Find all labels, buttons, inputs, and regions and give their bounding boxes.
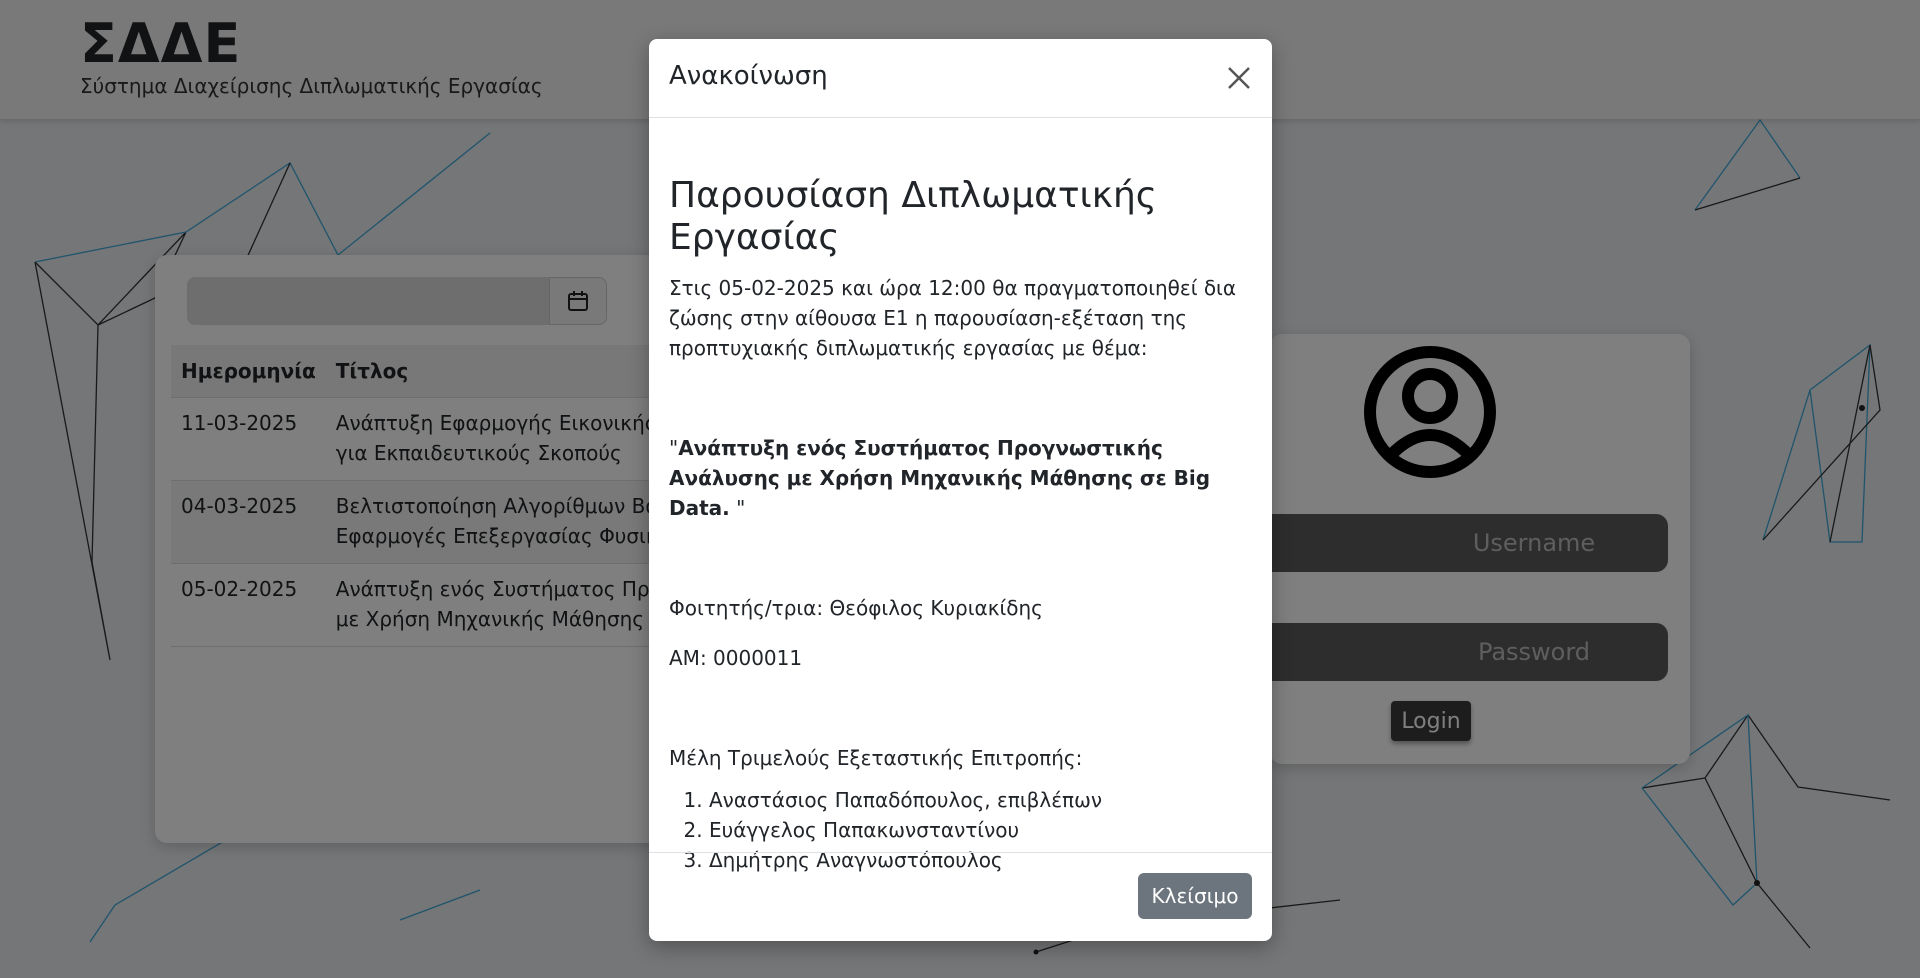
- modal-title: Ανακοίνωση: [669, 61, 828, 91]
- modal-footer: Κλείσιμο: [649, 852, 1272, 941]
- committee-label: Μέλη Τριμελούς Εξεταστικής Επιτροπής:: [669, 746, 1083, 770]
- modal-body: Παρουσίαση Διπλωματικής Εργασίας Στις 05…: [669, 135, 1252, 875]
- announcement-modal: Ανακοίνωση Παρουσίαση Διπλωματικής Εργασ…: [649, 39, 1272, 941]
- presentation-heading: Παρουσίαση Διπλωματικής Εργασίας: [669, 175, 1157, 258]
- close-modal-button[interactable]: Κλείσιμο: [1138, 873, 1252, 919]
- thesis-open-quote: ": [669, 436, 679, 460]
- list-item: Αναστάσιος Παπαδόπουλος, επιβλέπων: [709, 785, 1252, 815]
- presentation-intro: Στις 05-02-2025 και ώρα 12:00 θα πραγματ…: [669, 276, 1237, 360]
- close-icon[interactable]: [1224, 63, 1254, 93]
- student-name: Φοιτητής/τρια: Θεόφιλος Κυριακίδης: [669, 596, 1043, 620]
- thesis-close-quote: ": [729, 496, 746, 520]
- thesis-title: Ανάπτυξη ενός Συστήματος Προγνωστικής Αν…: [669, 436, 1211, 520]
- thesis-title-line: "Ανάπτυξη ενός Συστήματος Προγνωστικής Α…: [669, 433, 1252, 523]
- student-am: ΑΜ: 0000011: [669, 646, 803, 670]
- modal-header: Ανακοίνωση: [649, 39, 1272, 118]
- list-item: Ευάγγελος Παπακωνσταντίνου: [709, 815, 1252, 845]
